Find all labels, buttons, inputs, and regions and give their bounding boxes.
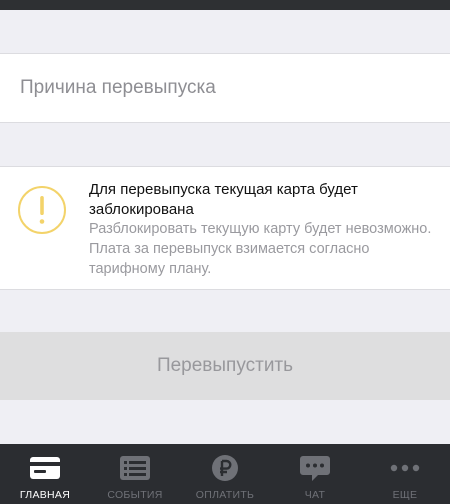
tab-label: ЧАТ — [304, 489, 326, 501]
tab-label: СОБЫТИЯ — [107, 489, 163, 501]
tab-label: ЕЩЕ — [392, 489, 418, 501]
warning-icon — [18, 186, 66, 234]
tab-chat[interactable]: ЧАТ — [270, 444, 360, 504]
ruble-icon — [212, 455, 238, 481]
tab-label: ОПЛАТИТЬ — [195, 489, 255, 501]
tab-label: ГЛАВНАЯ — [19, 489, 71, 501]
warning-text: Разблокировать текущую карту будет невоз… — [89, 221, 432, 277]
reason-field-container — [0, 53, 450, 123]
tab-more[interactable]: ЕЩЕ — [360, 444, 450, 504]
top-bar — [0, 0, 450, 10]
tab-events[interactable]: СОБЫТИЯ — [90, 444, 180, 504]
card-icon — [30, 457, 60, 479]
more-icon — [390, 464, 420, 472]
tab-pay[interactable]: ОПЛАТИТЬ — [180, 444, 270, 504]
reason-input[interactable] — [20, 54, 430, 122]
warning-title: Для перевыпуска текущая карта будет забл… — [89, 181, 358, 218]
reissue-card-screen: Для перевыпуска текущая карта будет забл… — [0, 0, 450, 504]
list-icon — [120, 456, 150, 480]
reissue-button[interactable]: Перевыпустить — [0, 332, 450, 400]
tab-bar: ГЛАВНАЯ СОБЫТИЯ ОПЛАТИТЬ ЧАТ ЕЩЕ — [0, 444, 450, 504]
chat-icon — [300, 456, 330, 481]
spacer — [0, 10, 450, 53]
tab-main[interactable]: ГЛАВНАЯ — [0, 444, 90, 504]
